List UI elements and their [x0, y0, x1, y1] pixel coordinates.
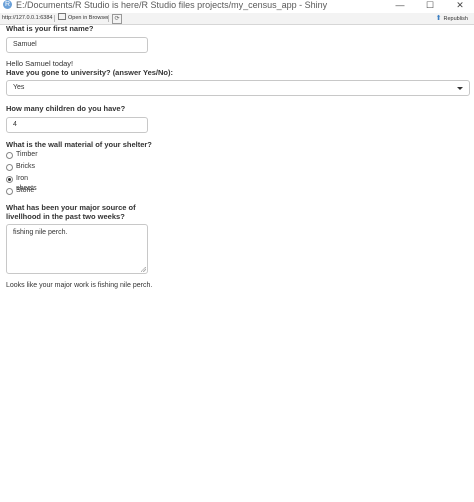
university-select[interactable]: Yes: [6, 80, 470, 96]
wall-material-label: What is the wall material of your shelte…: [6, 140, 152, 149]
minimize-button[interactable]: —: [392, 0, 408, 11]
livelihood-textarea[interactable]: fishing nile perch.: [6, 224, 148, 274]
shiny-app-icon: R: [3, 0, 12, 9]
open-in-browser-label: Open in Browser: [68, 15, 109, 21]
republish-button[interactable]: ⬆ Republish: [436, 13, 468, 25]
publish-icon: ⬆: [435, 15, 442, 22]
first-name-input[interactable]: Samuel: [6, 37, 148, 53]
radio-button-selected[interactable]: [6, 176, 13, 183]
children-label: How many children do you have?: [6, 104, 126, 113]
livelihood-label-line1: What has been your major source of: [6, 203, 136, 212]
republish-label: Republish: [443, 16, 468, 22]
browser-icon: [58, 13, 66, 20]
children-input[interactable]: 4: [6, 117, 148, 133]
url-text: http://127.0.0.1:6384: [2, 15, 53, 21]
toolbar-divider: [108, 15, 109, 22]
radio-label: Timber: [16, 151, 38, 158]
chevron-down-icon: [457, 87, 463, 90]
university-label: Have you gone to university? (answer Yes…: [6, 68, 173, 77]
resize-handle-icon[interactable]: [141, 267, 146, 272]
radio-label: Bricks: [16, 163, 36, 170]
radio-label: Stone: [16, 187, 35, 194]
livelihood-label-line2: livellhood in the past two weeks?: [6, 212, 125, 221]
livelihood-textarea-value: fishing nile perch.: [13, 229, 68, 236]
radio-button[interactable]: [6, 188, 13, 195]
close-button[interactable]: ✕: [452, 0, 468, 11]
first-name-label: What is your first name?: [6, 24, 94, 33]
window-titlebar: R E:/Documents/R Studio is here/R Studio…: [0, 0, 474, 11]
radio-button[interactable]: [6, 164, 13, 171]
toolbar-divider: [54, 15, 55, 22]
window-title: E:/Documents/R Studio is here/R Studio f…: [16, 0, 328, 10]
greeting-text: Hello Samuel today!: [6, 59, 74, 68]
radio-button[interactable]: [6, 152, 13, 159]
university-selected-value: Yes: [13, 84, 25, 91]
result-text: Looks like your major work is fishing ni…: [6, 282, 153, 289]
open-in-browser-button[interactable]: Open in Browser: [58, 13, 109, 24]
refresh-icon[interactable]: ⟳: [112, 14, 122, 24]
maximize-button[interactable]: ☐: [422, 0, 438, 11]
